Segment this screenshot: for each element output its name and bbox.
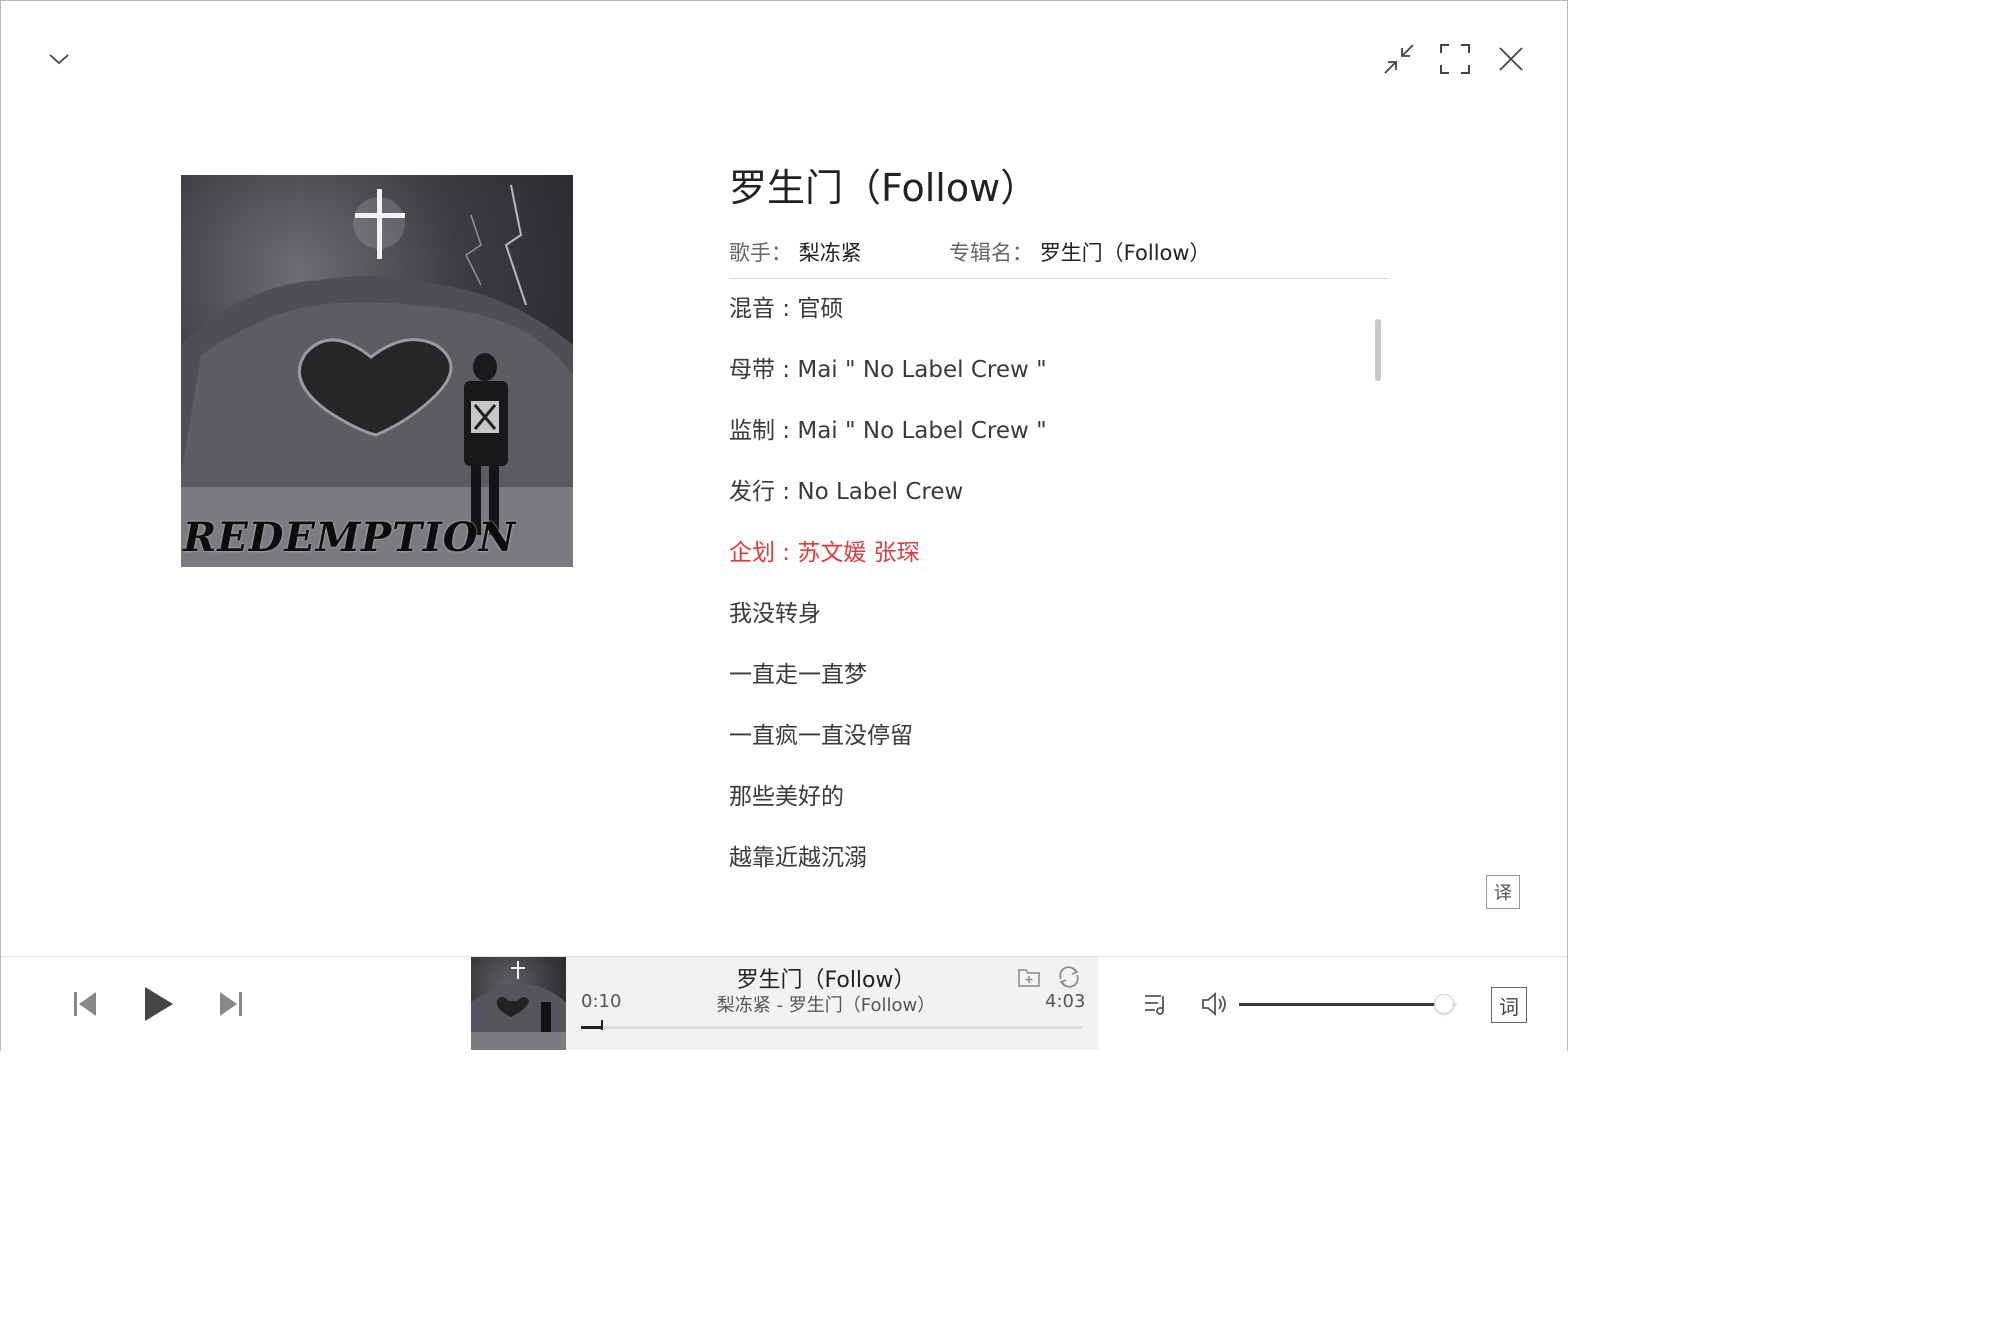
skip-previous-icon[interactable] bbox=[67, 985, 103, 1023]
repeat-icon[interactable] bbox=[1054, 963, 1084, 991]
add-to-folder-icon[interactable] bbox=[1015, 963, 1043, 991]
volume-fill bbox=[1239, 1003, 1444, 1006]
album-cover: REDEMPTION bbox=[181, 175, 573, 567]
mini-album-cover[interactable] bbox=[471, 957, 566, 1050]
lyrics-button[interactable]: 词 bbox=[1491, 987, 1527, 1023]
lyric-line[interactable]: 那些美好的 bbox=[729, 777, 844, 811]
volume-handle[interactable] bbox=[1433, 994, 1454, 1014]
lyric-line[interactable]: 越靠近越沉溺 bbox=[729, 838, 867, 872]
lyric-line[interactable]: 一直走一直梦 bbox=[729, 655, 867, 689]
album-cover-artwork bbox=[181, 184, 573, 567]
lyric-line[interactable]: 发行 : No Label Crew bbox=[729, 472, 963, 506]
exit-fullscreen-icon[interactable] bbox=[1379, 39, 1419, 79]
player-window: REDEMPTION 罗生门（Follow） 歌手： 梨冻紧 专辑名： 罗生门（… bbox=[0, 0, 1568, 1051]
lyric-line[interactable]: 母带 : Mai " No Label Crew " bbox=[729, 350, 1047, 384]
mini-album-cover-artwork bbox=[471, 961, 566, 1050]
lyric-line[interactable]: 混音 : 官硕 bbox=[729, 289, 843, 323]
lyric-line[interactable]: 我没转身 bbox=[729, 594, 821, 628]
now-playing-subtitle: 梨冻紧 - 罗生门（Follow） bbox=[716, 995, 936, 1016]
album-cover-caption: REDEMPTION bbox=[183, 514, 517, 561]
lyric-line[interactable]: 一直疯一直没停留 bbox=[729, 716, 913, 750]
album-row: 专辑名： 罗生门（Follow） bbox=[949, 237, 1211, 267]
translate-button[interactable]: 译 bbox=[1486, 875, 1520, 909]
playlist-icon[interactable] bbox=[1139, 987, 1173, 1021]
duration-time: 4:03 bbox=[1045, 991, 1086, 1012]
artist-row: 歌手： 梨冻紧 bbox=[729, 237, 862, 267]
song-title: 罗生门（Follow） bbox=[729, 166, 1039, 210]
volume-icon[interactable] bbox=[1197, 987, 1233, 1021]
now-playing-title: 罗生门（Follow） bbox=[736, 968, 916, 993]
artist-name[interactable]: 梨冻紧 bbox=[799, 241, 862, 265]
lyrics-panel[interactable]: 混音 : 官硕 母带 : Mai " No Label Crew " 监制 : … bbox=[729, 281, 1369, 891]
progress-bar[interactable] bbox=[581, 1020, 1083, 1030]
progress-handle[interactable] bbox=[600, 1020, 603, 1030]
chevron-down-icon[interactable] bbox=[41, 41, 77, 77]
current-time: 0:10 bbox=[581, 991, 622, 1012]
lyrics-scrollbar[interactable] bbox=[1375, 319, 1381, 381]
album-label: 专辑名： bbox=[949, 241, 1033, 265]
fullscreen-icon[interactable] bbox=[1435, 39, 1475, 79]
artist-label: 歌手： bbox=[729, 241, 792, 265]
volume-slider[interactable] bbox=[1239, 994, 1457, 1014]
lyric-line-active[interactable]: 企划 : 苏文媛 张琛 bbox=[729, 533, 920, 567]
play-icon[interactable] bbox=[135, 979, 181, 1029]
album-name[interactable]: 罗生门（Follow） bbox=[1040, 241, 1211, 265]
lyric-line[interactable]: 监制 : Mai " No Label Crew " bbox=[729, 411, 1047, 445]
close-icon[interactable] bbox=[1491, 39, 1531, 79]
info-divider bbox=[729, 278, 1389, 279]
skip-next-icon[interactable] bbox=[213, 985, 249, 1023]
progress-fill bbox=[581, 1026, 602, 1029]
